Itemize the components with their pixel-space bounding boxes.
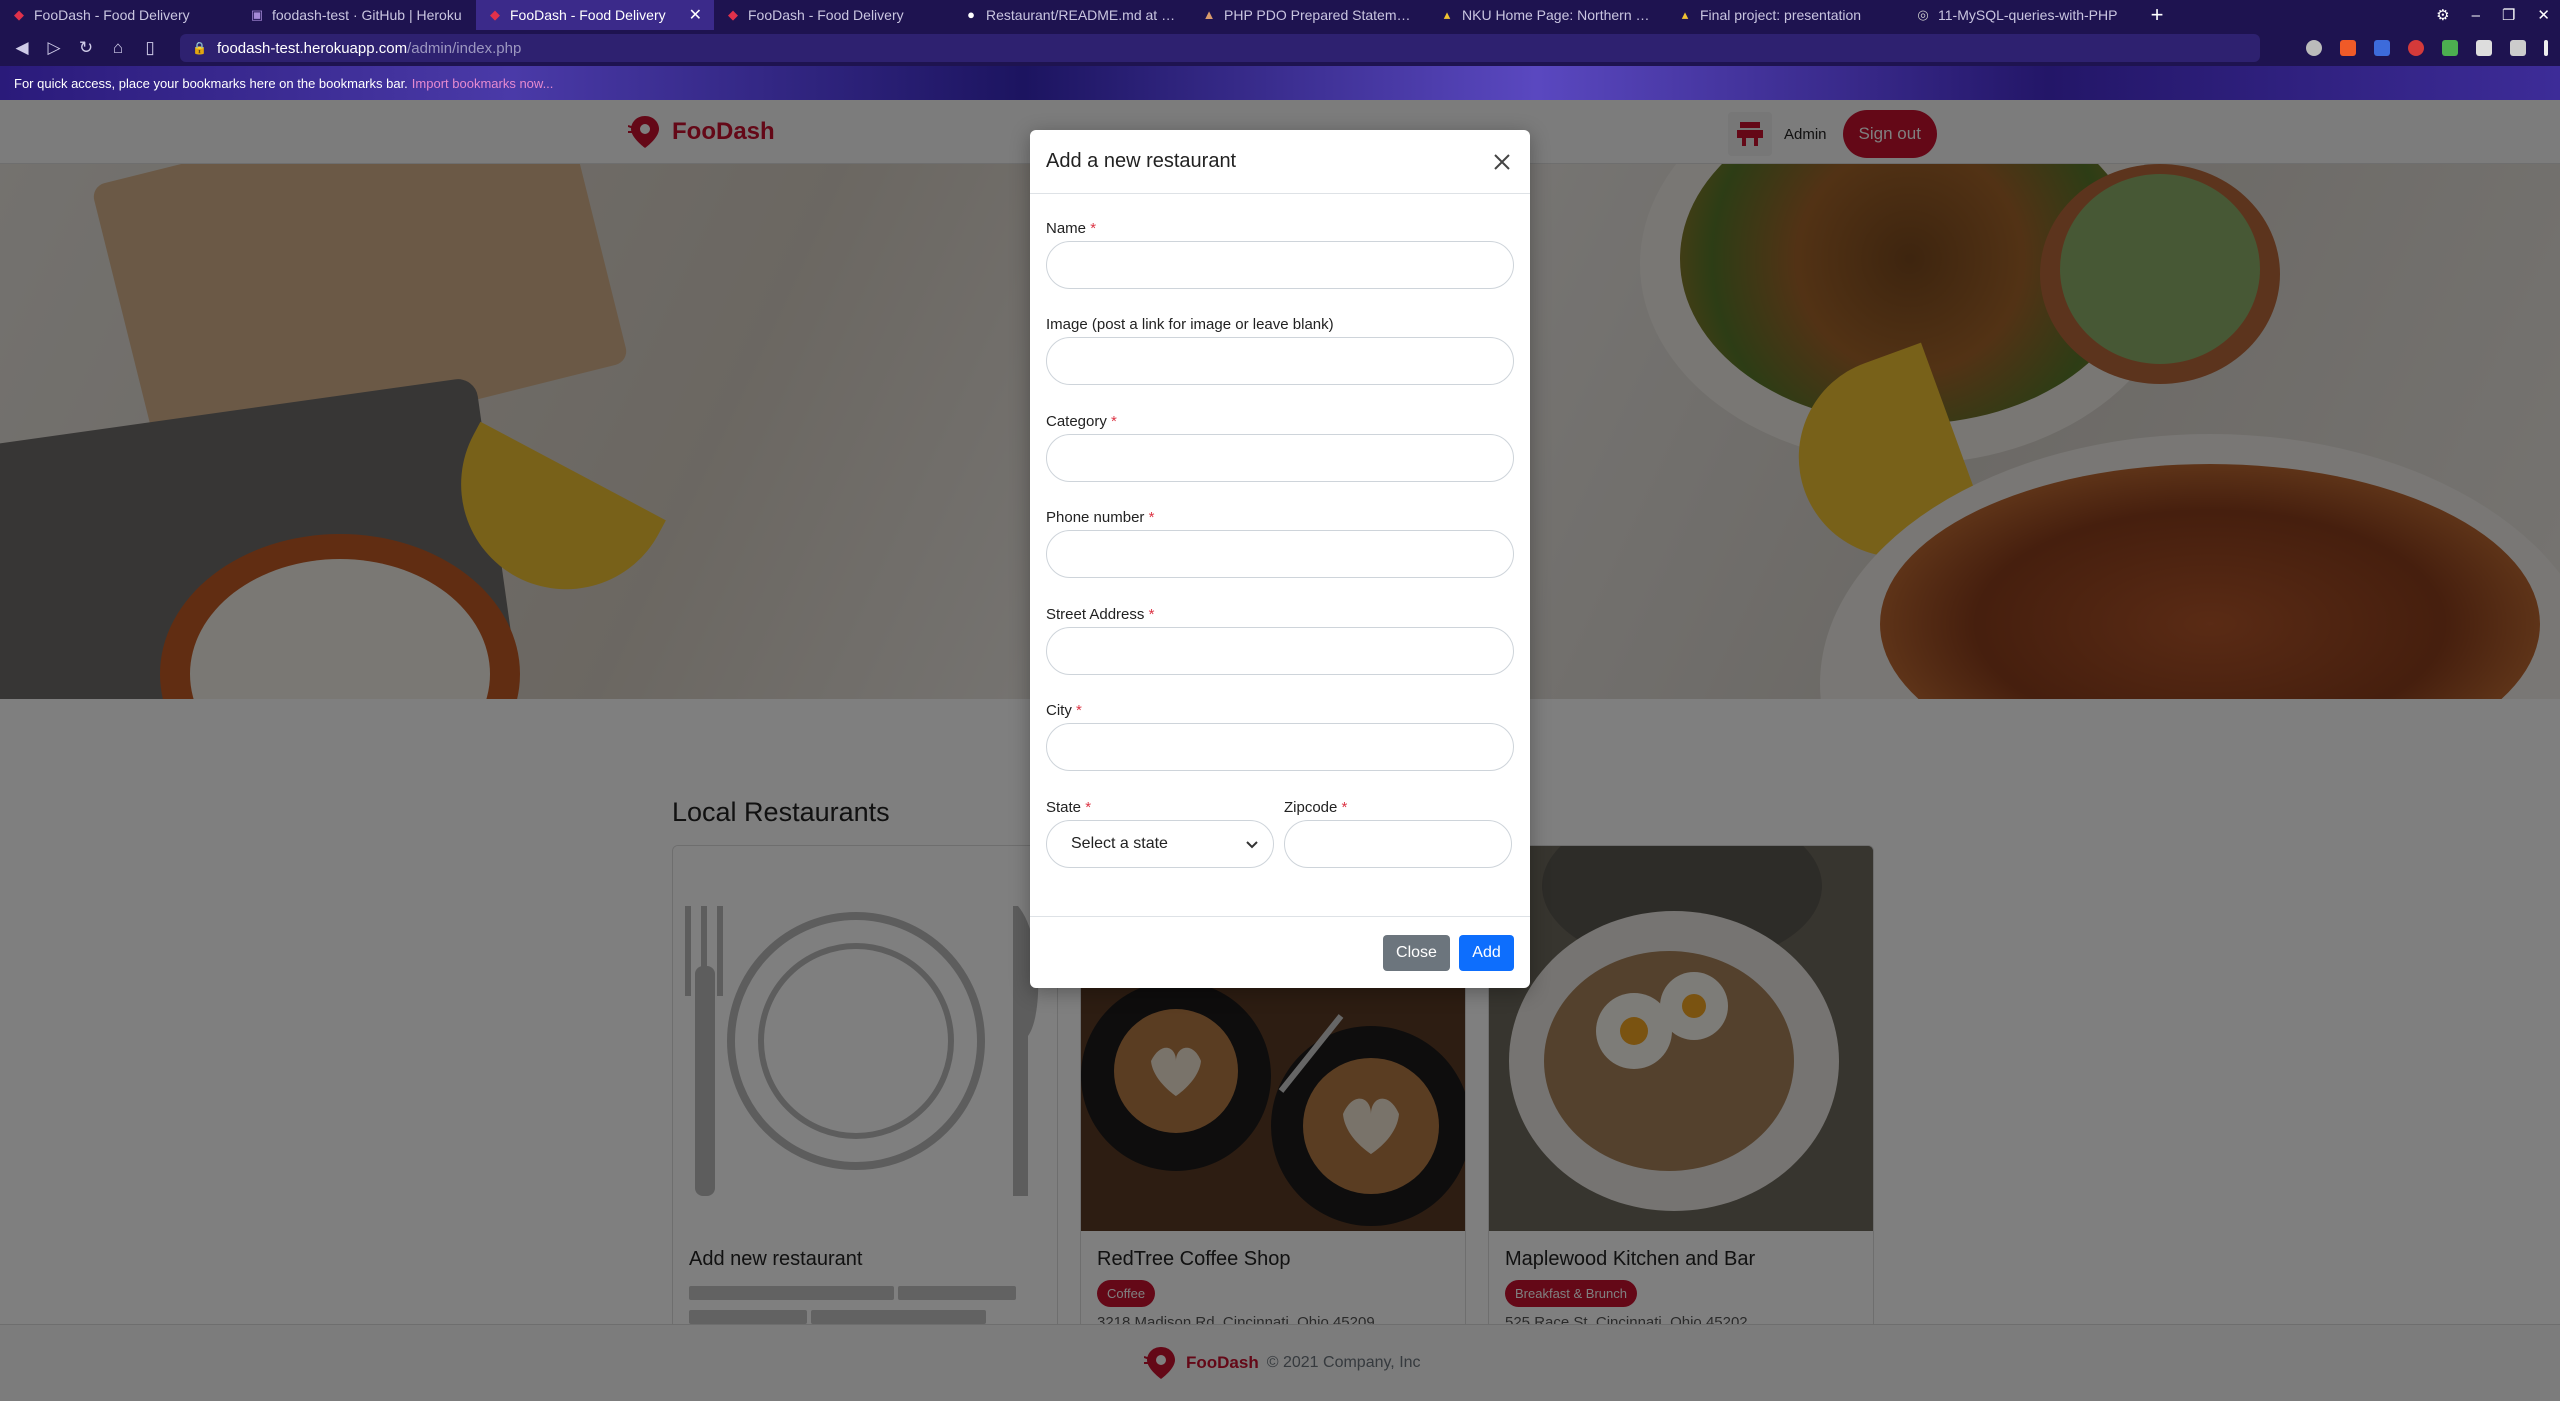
bookmark-icon[interactable]: ▯ [134,38,166,58]
lock-icon: 🔒 [192,41,207,55]
street-label: Street Address * [1046,606,1155,623]
name-input[interactable] [1046,241,1514,289]
name-field-group: Name * [1046,220,1514,289]
bookmarks-hint: For quick access, place your bookmarks h… [14,75,408,91]
url-host: foodash-test.herokuapp.com [216,39,408,57]
browser-tab[interactable]: ▲ PHP PDO Prepared Statements T [1190,0,1428,30]
city-label: City * [1046,702,1082,719]
modal-footer: Close Add [1030,916,1530,988]
browser-tab[interactable]: ◎ 11-MySQL-queries-with-PHP [1904,0,2142,30]
github-icon: ● [967,7,975,22]
browser-tab[interactable]: ▴ NKU Home Page: Northern Kent [1428,0,1666,30]
puzzle-icon[interactable] [2476,40,2492,56]
zipcode-input[interactable] [1284,820,1512,868]
foodash-icon: ◆ [14,7,24,22]
extension-icon[interactable] [2408,40,2424,56]
zipcode-field-group: Zipcode * [1284,799,1512,868]
menu-icon[interactable] [2544,40,2548,56]
image-label: Image (post a link for image or leave bl… [1046,316,1334,333]
modal-close-button[interactable] [1488,148,1516,176]
street-address-input[interactable] [1046,627,1514,675]
extension-icon[interactable]: ⚙ [2436,6,2449,24]
nku-icon: ▴ [1443,7,1451,22]
state-label: State * [1046,799,1092,816]
city-input[interactable] [1046,723,1514,771]
browser-tab[interactable]: ◆ FooDash - Food Delivery [0,0,238,30]
home-icon[interactable]: ⌂ [102,38,134,58]
address-bar: ◀ ▷ ↻ ⌂ ▯ 🔒 foodash-test.herokuapp.com/a… [0,30,2560,66]
name-label: Name * [1046,220,1097,237]
new-tab-button[interactable]: + [2142,2,2172,28]
add-restaurant-modal: Add a new restaurant Name * Image (post … [1030,130,1530,988]
chevron-down-icon [1246,841,1258,849]
heroku-icon: ▣ [250,7,264,22]
image-field-group: Image (post a link for image or leave bl… [1046,316,1514,385]
wallet-icon[interactable] [2510,40,2526,56]
back-icon[interactable]: ◀ [6,38,38,58]
state-select-value: Select a state [1071,835,1168,852]
php-icon: ▲ [1202,7,1216,22]
browser-tab-bar: ◆ FooDash - Food Delivery ▣ foodash-test ·… [0,0,2560,30]
category-input[interactable] [1046,434,1514,482]
modal-header: Add a new restaurant [1030,130,1530,194]
add-button[interactable]: Add [1459,935,1514,971]
browser-tab[interactable]: ▣ foodash-test · GitHub | Heroku [238,0,476,30]
restore-icon[interactable]: ❐ [2502,6,2515,24]
window-controls: ⚙ – ❐ ✕ [2436,0,2550,30]
url-path: /admin/index.php [407,39,522,57]
city-field-group: City * [1046,702,1514,771]
modal-title: Add a new restaurant [1046,150,1237,172]
forward-icon[interactable]: ▷ [38,38,70,58]
zipcode-label: Zipcode * [1284,799,1348,816]
extensions-area [2306,30,2548,66]
close-button[interactable]: Close [1383,935,1450,971]
extension-icon[interactable] [2442,40,2458,56]
nku-icon: ▴ [1681,7,1689,22]
brave-shield-icon[interactable] [2340,40,2356,56]
state-select[interactable]: Select a state [1046,820,1274,868]
street-field-group: Street Address * [1046,606,1514,675]
state-field-group: State * Select a state [1046,799,1274,868]
import-bookmarks-link[interactable]: Import bookmarks now... [412,76,554,91]
globe-icon: ◎ [1917,7,1929,22]
close-window-icon[interactable]: ✕ [2537,6,2550,24]
foodash-icon: ◆ [728,7,738,22]
close-icon [1494,154,1510,170]
close-tab-icon[interactable]: ✕ [689,5,702,25]
image-url-input[interactable] [1046,337,1514,385]
browser-tab[interactable]: ◆ FooDash - Food Delivery [714,0,952,30]
extension-icon[interactable] [2374,40,2390,56]
bookmarks-bar: For quick access, place your bookmarks h… [0,66,2560,100]
reload-icon[interactable]: ↻ [70,38,102,58]
key-icon[interactable] [2306,40,2322,56]
category-field-group: Category * [1046,413,1514,482]
browser-tab[interactable]: ▴ Final project: presentation [1666,0,1904,30]
browser-tab-active[interactable]: ◆ FooDash - Food Delivery ✕ [476,0,714,30]
phone-field-group: Phone number * [1046,509,1514,578]
url-field[interactable]: 🔒 foodash-test.herokuapp.com/admin/index… [180,34,2260,62]
browser-tab[interactable]: ● Restaurant/README.md at main [952,0,1190,30]
phone-input[interactable] [1046,530,1514,578]
foodash-icon: ◆ [490,7,500,22]
minimize-icon[interactable]: – [2472,7,2480,24]
category-label: Category * [1046,413,1117,430]
phone-label: Phone number * [1046,509,1155,526]
